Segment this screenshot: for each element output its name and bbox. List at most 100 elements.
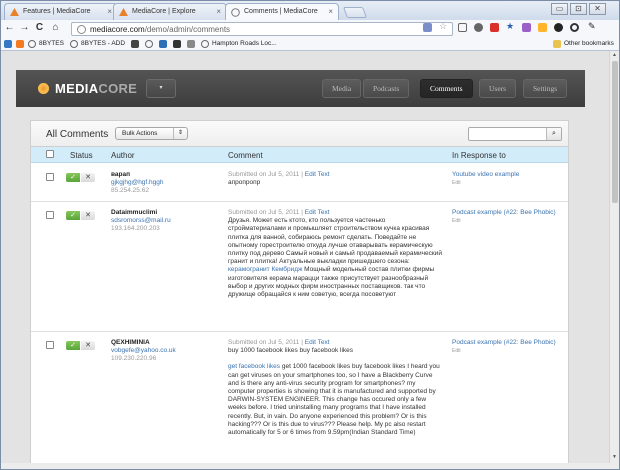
nav-settings[interactable]: Settings bbox=[523, 79, 568, 98]
address-bar[interactable]: mediacore.com/demo/admin/comments bbox=[71, 22, 453, 36]
row-checkbox[interactable] bbox=[46, 173, 54, 181]
tab-label: Comments | MediaCore bbox=[244, 8, 318, 15]
comment-text: апропропр bbox=[228, 179, 261, 187]
bookmark-hampton[interactable]: Hampton Roads Loc... bbox=[201, 40, 277, 48]
home-icon[interactable]: ⌂ bbox=[50, 22, 61, 33]
author-email[interactable]: sdsromorss@mail.ru bbox=[111, 217, 221, 225]
comment-meta: Submitted on Jul 5, 2011 | bbox=[228, 209, 305, 216]
nav-podcasts[interactable]: Podcasts bbox=[363, 79, 410, 98]
tab-close-icon[interactable]: × bbox=[216, 7, 221, 16]
page-viewport: MEDIACORE ▾ Media Podcasts Comments User… bbox=[1, 51, 609, 463]
close-window-button[interactable]: ✕ bbox=[589, 3, 606, 15]
author-ip: 193.164.200.203 bbox=[111, 225, 160, 232]
reject-x-icon[interactable]: ✕ bbox=[81, 211, 95, 220]
author-cell: варап gjkgjhg@hgf.hggh 85.254.25.62 bbox=[111, 171, 221, 195]
wrench-icon[interactable]: ✎ bbox=[588, 21, 597, 31]
table-row: ✓ ✕ варап gjkgjhg@hgf.hggh 85.254.25.62 … bbox=[31, 164, 568, 202]
response-edit-link[interactable]: Edit bbox=[452, 347, 562, 355]
edit-text-link[interactable]: Edit Text bbox=[305, 209, 330, 216]
maximize-button[interactable]: ⊡ bbox=[570, 3, 587, 15]
author-cell: Dataimmuclimi sdsromorss@mail.ru 193.164… bbox=[111, 209, 221, 233]
tab-close-icon[interactable]: × bbox=[328, 7, 333, 16]
comment-cell: Submitted on Jul 5, 2011 | Edit Text апр… bbox=[228, 171, 442, 187]
minimize-button[interactable]: ▭ bbox=[551, 3, 568, 15]
forward-arrow-icon[interactable]: → bbox=[19, 22, 30, 33]
edit-text-link[interactable]: Edit Text bbox=[305, 171, 330, 178]
nav-comments[interactable]: Comments bbox=[420, 79, 473, 98]
horizontal-scrollbar[interactable] bbox=[1, 463, 619, 469]
response-edit-link[interactable]: Edit bbox=[452, 179, 562, 187]
comment-text: get facebook likes get 1000 facebook lik… bbox=[228, 363, 440, 437]
extension-icon[interactable] bbox=[522, 23, 531, 32]
extension-icon[interactable] bbox=[570, 23, 579, 32]
scroll-thumb[interactable] bbox=[612, 61, 618, 203]
app-menu-dropdown[interactable]: ▾ bbox=[146, 79, 176, 98]
search-input[interactable]: ⌕ bbox=[468, 127, 562, 141]
back-arrow-icon[interactable]: ← bbox=[4, 22, 15, 33]
approve-check-icon[interactable]: ✓ bbox=[66, 173, 80, 182]
response-edit-link[interactable]: Edit bbox=[452, 217, 562, 225]
logo-mark-icon bbox=[38, 83, 49, 94]
bookmark-8bytes-add[interactable]: 8BYTES - ADD bbox=[70, 40, 125, 48]
extension-icon[interactable] bbox=[474, 23, 483, 32]
comment-link[interactable]: керамогранит Кембридж bbox=[228, 266, 302, 273]
tab-label: MediaCore | Explore bbox=[132, 8, 196, 15]
nav-users[interactable]: Users bbox=[479, 79, 517, 98]
comment-meta: Submitted on Jul 5, 2011 | bbox=[228, 171, 305, 178]
mediacore-logo[interactable]: MEDIACORE bbox=[38, 81, 137, 96]
gmail-icon[interactable] bbox=[458, 23, 467, 32]
reject-x-icon[interactable]: ✕ bbox=[81, 173, 95, 182]
reject-x-icon[interactable]: ✕ bbox=[81, 341, 95, 350]
response-link[interactable]: Podcast example (#22: Bee Phobic) bbox=[452, 339, 556, 346]
extension-icon[interactable] bbox=[554, 23, 563, 32]
column-comment[interactable]: Comment bbox=[228, 151, 263, 160]
status-toggle: ✓ ✕ bbox=[66, 173, 96, 182]
reload-icon[interactable]: C bbox=[34, 22, 45, 33]
nav-media[interactable]: Media bbox=[322, 79, 362, 98]
tab-explore[interactable]: MediaCore | Explore × bbox=[113, 3, 227, 20]
search-icon[interactable]: ⌕ bbox=[546, 128, 561, 140]
comments-panel: All Comments Bulk Actions ⇕ ⌕ Status Aut… bbox=[30, 120, 569, 463]
tab-close-icon[interactable]: × bbox=[107, 7, 112, 16]
chevron-down-icon: ▾ bbox=[159, 85, 163, 91]
bookmark-star-icon[interactable]: ★ bbox=[506, 21, 515, 31]
author-ip: 109.230.220.96 bbox=[111, 355, 157, 362]
scroll-down-icon[interactable]: ▼ bbox=[612, 454, 617, 460]
comment-cell: Submitted on Jul 5, 2011 | Edit Text Дру… bbox=[228, 209, 442, 299]
vertical-scrollbar[interactable]: ▲ ▼ bbox=[609, 51, 619, 463]
comment-cell: Submitted on Jul 5, 2011 | Edit Text buy… bbox=[228, 339, 442, 437]
author-name: QEXHIMINIA bbox=[111, 339, 150, 346]
mediacore-favicon-icon bbox=[10, 8, 19, 16]
tab-features[interactable]: Features | MediaCore × bbox=[4, 3, 118, 20]
other-bookmarks[interactable]: Other bookmarks bbox=[553, 40, 614, 48]
approve-check-icon[interactable]: ✓ bbox=[66, 341, 80, 350]
status-toggle: ✓ ✕ bbox=[66, 341, 96, 350]
globe-favicon-icon bbox=[231, 8, 240, 17]
scroll-up-icon[interactable]: ▲ bbox=[612, 52, 617, 58]
row-checkbox[interactable] bbox=[46, 211, 54, 219]
row-checkbox[interactable] bbox=[46, 341, 54, 349]
bulk-actions-select[interactable]: Bulk Actions ⇕ bbox=[115, 127, 188, 140]
response-link[interactable]: Podcast example (#22: Bee Phobic) bbox=[452, 209, 556, 216]
edit-text-link[interactable]: Edit Text bbox=[305, 339, 330, 346]
mediacore-favicon-icon bbox=[119, 8, 128, 16]
column-author[interactable]: Author bbox=[111, 151, 135, 160]
star-icon[interactable]: ☆ bbox=[439, 21, 448, 31]
select-all-checkbox[interactable] bbox=[46, 150, 54, 158]
column-response[interactable]: In Response to bbox=[452, 151, 506, 160]
author-email[interactable]: gjkgjhg@hgf.hggh bbox=[111, 179, 221, 187]
page-info-icon[interactable] bbox=[77, 25, 86, 34]
tab-comments[interactable]: Comments | MediaCore × bbox=[225, 3, 339, 20]
folder-icon bbox=[553, 40, 561, 48]
approve-check-icon[interactable]: ✓ bbox=[66, 211, 80, 220]
extension-icon[interactable] bbox=[490, 23, 499, 32]
response-link[interactable]: Youtube video example bbox=[452, 171, 519, 178]
comment-link[interactable]: get facebook likes bbox=[228, 363, 280, 370]
comment-text: Друзья. Может есть ктото, кто пользуется… bbox=[228, 217, 442, 299]
author-email[interactable]: vobgefe@yahoo.co.uk bbox=[111, 347, 221, 355]
bookmark-8bytes[interactable]: 8BYTES bbox=[28, 40, 64, 48]
new-tab-button[interactable] bbox=[342, 7, 368, 18]
extension-icon[interactable] bbox=[423, 23, 432, 32]
extension-icon[interactable] bbox=[538, 23, 547, 32]
table-row: ✓ ✕ QEXHIMINIA vobgefe@yahoo.co.uk 109.2… bbox=[31, 332, 568, 463]
